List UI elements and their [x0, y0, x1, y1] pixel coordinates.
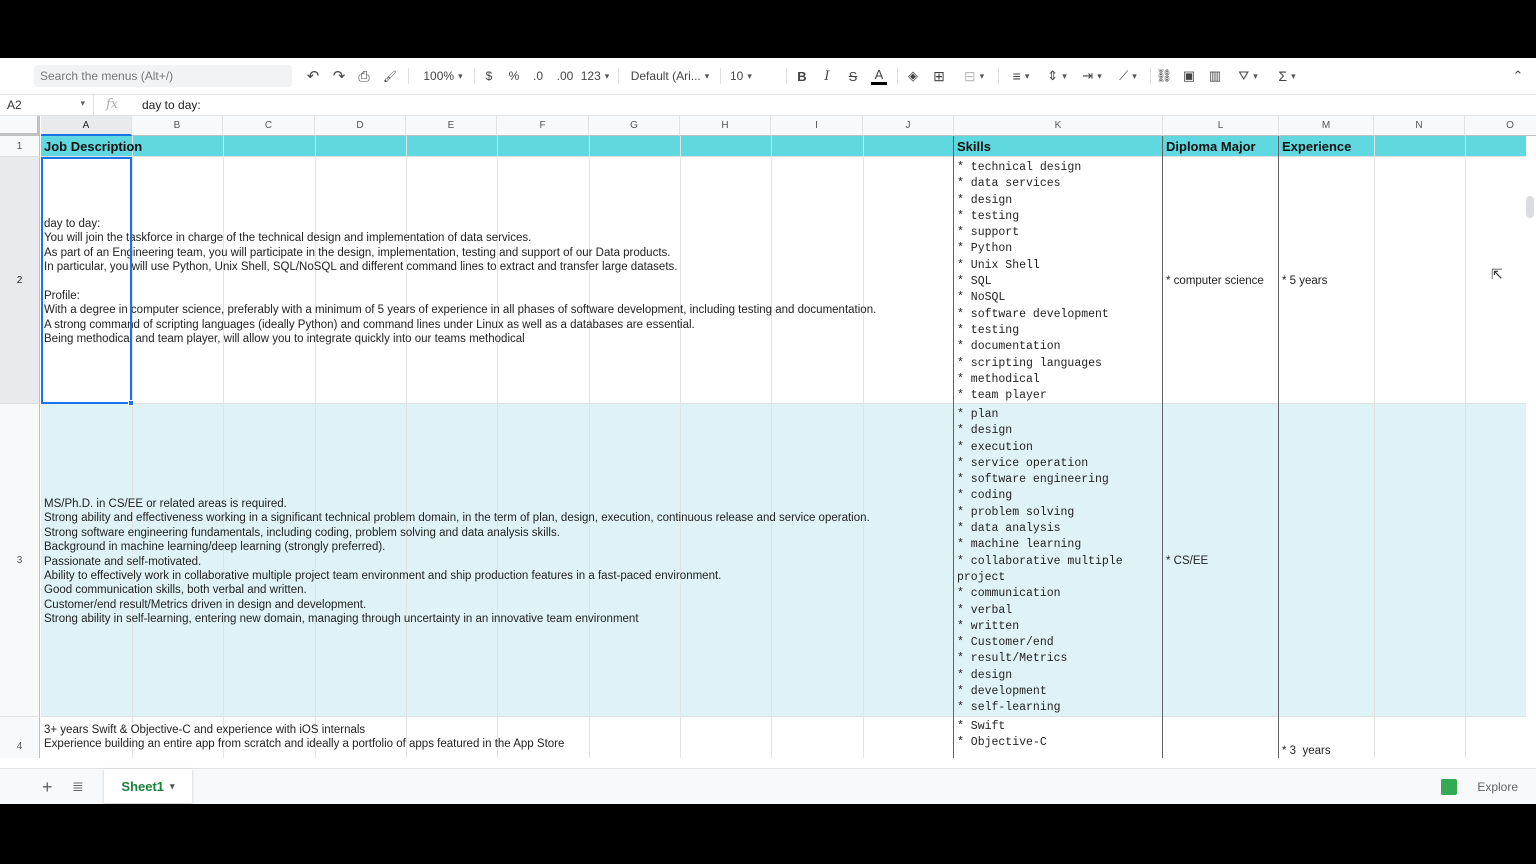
borders-icon[interactable]: ⊞: [931, 67, 947, 85]
cell-experience[interactable]: * 5 years: [1282, 274, 1372, 288]
sheet-grid[interactable]: A B C D E F G H I J K L M N O 1 2 3 4 Jo…: [0, 116, 1536, 758]
divider: [1150, 68, 1151, 84]
text-wrap-icon[interactable]: ⇥: [1077, 67, 1107, 85]
column-header-j[interactable]: J: [863, 116, 954, 136]
decrease-decimal-button[interactable]: .0: [530, 67, 546, 85]
spreadsheet-window: Search the menus (Alt+/) ↶ ↷ ⎙ 🖌 100% $ …: [0, 58, 1536, 804]
fill-handle[interactable]: [128, 400, 134, 406]
header-experience[interactable]: Experience: [1279, 136, 1351, 157]
gridline: [953, 136, 954, 758]
filter-icon[interactable]: ⛛: [1233, 67, 1263, 85]
explore-button[interactable]: Explore: [1441, 779, 1518, 795]
chart-icon[interactable]: ▥: [1207, 67, 1223, 85]
divider: [474, 68, 475, 84]
cell-skills[interactable]: * Swift * Objective-C: [957, 719, 1161, 757]
header-skills[interactable]: Skills: [954, 136, 991, 157]
fx-icon: fx: [106, 97, 119, 112]
merge-cells-icon[interactable]: ⊟: [957, 67, 991, 85]
explore-icon: [1441, 779, 1458, 795]
cell-skills[interactable]: * technical design * data services * des…: [957, 160, 1161, 404]
sheet-tabs-bar: + ≣ Sheet1 Explore: [0, 768, 1536, 804]
gridline: [1278, 136, 1279, 758]
zoom-select[interactable]: 100%: [418, 67, 468, 85]
divider: [998, 68, 999, 84]
mouse-cursor-icon: ⇱: [1491, 266, 1503, 282]
divider: [408, 68, 409, 84]
divider: [720, 68, 721, 84]
print-icon[interactable]: ⎙: [356, 67, 372, 85]
header-job-description[interactable]: Job Description: [41, 136, 142, 157]
column-header-k[interactable]: K: [954, 116, 1163, 136]
text-rotation-icon[interactable]: ⟋: [1113, 67, 1143, 85]
font-size-select[interactable]: 10: [730, 67, 780, 85]
formula-input[interactable]: day to day:: [142, 98, 201, 112]
percent-format-button[interactable]: %: [507, 67, 521, 85]
column-header-n[interactable]: N: [1374, 116, 1465, 136]
add-sheet-button[interactable]: +: [42, 777, 53, 798]
redo-icon[interactable]: ↷: [331, 67, 347, 85]
fill-color-icon[interactable]: ◈: [905, 67, 921, 85]
column-header-e[interactable]: E: [406, 116, 497, 136]
column-header-g[interactable]: G: [589, 116, 680, 136]
gridline: [1465, 136, 1466, 758]
cell-diploma[interactable]: * CS/EE: [1166, 554, 1278, 568]
currency-format-button[interactable]: $: [482, 67, 496, 85]
row-header-3[interactable]: 3: [0, 404, 40, 717]
row-header-2[interactable]: 2: [0, 157, 40, 404]
formula-bar: A2 fx day to day:: [0, 94, 1536, 116]
gridline: [1162, 136, 1163, 758]
name-box[interactable]: A2: [0, 95, 94, 115]
font-select[interactable]: Default (Ari...: [628, 67, 712, 85]
column-header-h[interactable]: H: [680, 116, 771, 136]
cell-description[interactable]: MS/Ph.D. in CS/EE or related areas is re…: [44, 497, 952, 627]
column-header-l[interactable]: L: [1163, 116, 1279, 136]
sheet-tab-sheet1[interactable]: Sheet1: [104, 769, 192, 803]
cell-experience[interactable]: * 3 years: [1282, 744, 1372, 758]
text-color-button[interactable]: A: [871, 67, 887, 85]
collapse-toolbar-icon[interactable]: ⌃: [1510, 67, 1526, 85]
italic-button[interactable]: I: [820, 67, 834, 85]
row-header-4[interactable]: 4: [0, 717, 40, 758]
gridline: [1374, 136, 1375, 758]
bold-button[interactable]: B: [795, 67, 809, 85]
column-header-c[interactable]: C: [223, 116, 315, 136]
menu-search-input[interactable]: Search the menus (Alt+/): [34, 65, 292, 87]
row-header-1[interactable]: 1: [0, 136, 40, 157]
column-header-a[interactable]: A: [41, 116, 132, 136]
divider: [897, 68, 898, 84]
column-header-d[interactable]: D: [315, 116, 406, 136]
selected-cell-outline: [41, 157, 132, 404]
horizontal-align-icon[interactable]: ≡: [1006, 67, 1036, 85]
column-header-o[interactable]: O: [1465, 116, 1536, 136]
paint-format-icon[interactable]: 🖌: [382, 67, 398, 85]
cell-description[interactable]: day to day: You will join the taskforce …: [44, 217, 952, 347]
vertical-align-icon[interactable]: ⇕: [1042, 67, 1072, 85]
increase-decimal-button[interactable]: .00: [554, 67, 576, 85]
toolbar: Search the menus (Alt+/) ↶ ↷ ⎙ 🖌 100% $ …: [0, 58, 1536, 94]
cell-skills[interactable]: * plan * design * execution * service op…: [957, 407, 1161, 717]
column-header-m[interactable]: M: [1279, 116, 1374, 136]
vertical-scrollbar[interactable]: [1526, 196, 1534, 218]
more-formats-select[interactable]: 123: [580, 67, 610, 85]
divider: [786, 68, 787, 84]
all-sheets-button[interactable]: ≣: [72, 778, 84, 795]
strikethrough-button[interactable]: S: [846, 67, 860, 85]
explore-label: Explore: [1477, 780, 1518, 794]
select-all-corner[interactable]: [0, 116, 40, 136]
divider: [618, 68, 619, 84]
cell-diploma[interactable]: * computer science: [1166, 274, 1278, 288]
column-header-b[interactable]: B: [132, 116, 223, 136]
header-diploma-major[interactable]: Diploma Major: [1163, 136, 1256, 157]
column-header-i[interactable]: I: [771, 116, 863, 136]
link-icon[interactable]: ⛓: [1156, 67, 1173, 85]
cell-description[interactable]: 3+ years Swift & Objective-C and experie…: [44, 723, 952, 757]
functions-icon[interactable]: Σ: [1272, 67, 1302, 85]
comment-icon[interactable]: ▣: [1181, 67, 1197, 85]
column-header-f[interactable]: F: [497, 116, 589, 136]
undo-icon[interactable]: ↶: [305, 67, 321, 85]
